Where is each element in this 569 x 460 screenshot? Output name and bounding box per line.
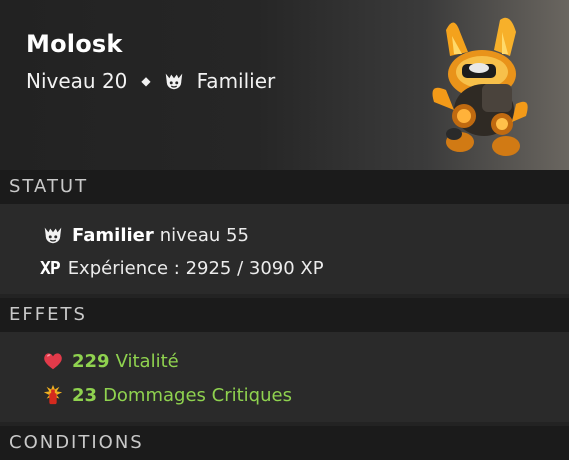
effect-label: Dommages Critiques xyxy=(103,384,292,406)
experience-row: XP Expérience : 2925 / 3090 XP xyxy=(40,258,324,279)
effect-value: 23 xyxy=(72,384,98,406)
pet-icon xyxy=(165,73,182,90)
experience-text: Expérience : 2925 / 3090 XP xyxy=(67,258,324,279)
item-level: Niveau 20 xyxy=(26,69,128,93)
section-title-effects: EFFETS xyxy=(0,298,569,332)
item-type: Familier xyxy=(196,69,276,93)
effect-row: 229 Vitalité xyxy=(42,350,179,372)
item-subtitle: Niveau 20 ◆ Familier xyxy=(26,68,275,94)
item-header: Molosk Niveau 20 ◆ Familier xyxy=(0,0,569,170)
pet-icon xyxy=(44,227,62,244)
critical-damage-icon xyxy=(43,384,63,405)
effect-label: Vitalité xyxy=(115,350,179,372)
section-status: Familier niveau 55 XP Expérience : 2925 … xyxy=(0,204,569,294)
pet-level-row: Familier niveau 55 xyxy=(42,224,249,246)
effect-row: 23 Dommages Critiques xyxy=(42,384,292,406)
heart-icon xyxy=(44,353,62,370)
section-title-conditions: CONDITIONS xyxy=(0,426,569,460)
molosk-pet-image xyxy=(432,17,528,156)
section-effects: 229 Vitalité 23 Dommages Critiques xyxy=(0,332,569,422)
section-title-status: STATUT xyxy=(0,170,569,204)
xp-icon: XP xyxy=(40,258,61,279)
pet-level-text: niveau 55 xyxy=(159,224,249,246)
item-name: Molosk xyxy=(26,30,123,58)
effect-value: 229 xyxy=(72,350,110,372)
pet-level-name: Familier xyxy=(72,224,154,246)
separator-diamond: ◆ xyxy=(141,74,151,88)
